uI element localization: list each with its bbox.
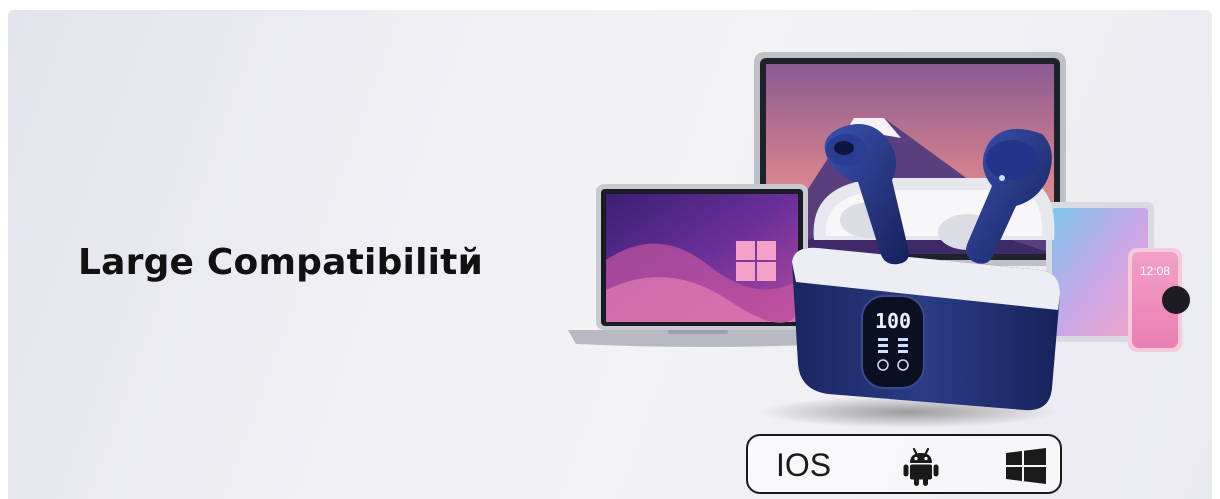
windows-icon — [1006, 448, 1046, 484]
ios-label: IOS — [776, 447, 832, 483]
android-icon — [903, 447, 939, 486]
product-banner: Large Compatibilitй 12:08 100 IOS — [8, 10, 1212, 499]
charging-case: 100 — [792, 247, 1060, 411]
os-compatibility-badge: IOS — [746, 434, 1062, 494]
product-image: 12:08 100 — [568, 52, 1190, 428]
svg-text:100: 100 — [875, 309, 911, 333]
svg-text:12:08: 12:08 — [1140, 264, 1170, 278]
phone: 12:08 — [1128, 248, 1190, 352]
